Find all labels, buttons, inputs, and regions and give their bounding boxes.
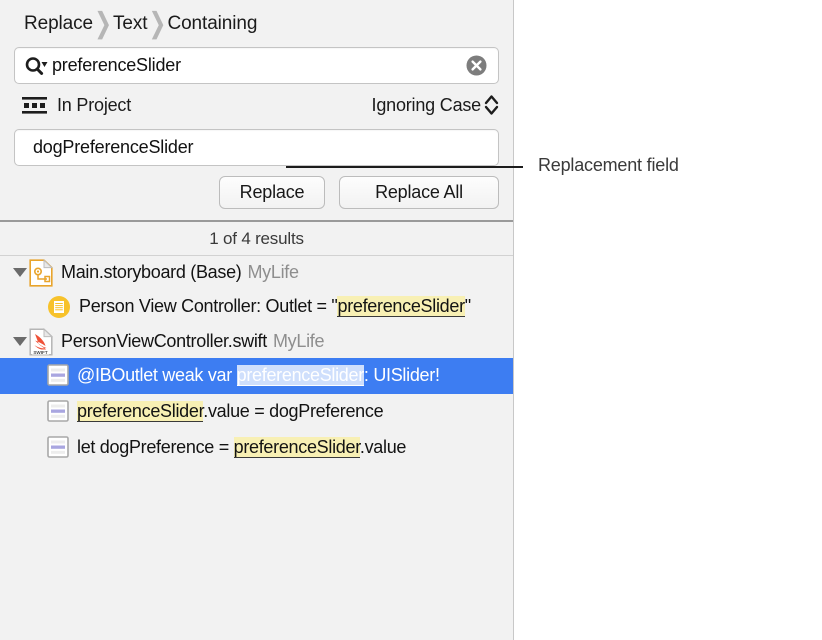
search-field[interactable]: preferenceSlider (14, 47, 499, 84)
breadcrumb-item-containing[interactable]: Containing (167, 13, 257, 35)
code-line-icon (47, 364, 69, 386)
search-field-row: preferenceSlider (0, 47, 513, 84)
match-term-highlight: preferenceSlider (77, 401, 204, 422)
up-down-chevron-icon[interactable] (484, 94, 499, 116)
result-match-text: @IBOutlet weak var preferenceSlider: UIS… (77, 362, 440, 389)
breadcrumb-item-replace[interactable]: Replace (24, 13, 93, 35)
disclosure-triangle-icon[interactable] (11, 268, 29, 277)
action-buttons-row: Replace Replace All (0, 166, 513, 209)
result-group-filename: PersonViewController.swift (61, 331, 267, 351)
find-navigator-panel: Replace ❯ Text ❯ Containing preferenceSl… (0, 0, 514, 640)
case-option-label[interactable]: Ignoring Case (372, 95, 482, 116)
result-match-row[interactable]: preferenceSlider.value = dogPreference (0, 394, 513, 430)
match-term-highlight: preferenceSlider (337, 296, 465, 317)
results-list: Main.storyboard (Base) MyLife Person View … (0, 256, 513, 466)
result-match-text: preferenceSlider.value = dogPreference (77, 398, 384, 425)
disclosure-triangle-icon[interactable] (11, 337, 29, 346)
search-input-value[interactable]: preferenceSlider (52, 55, 466, 76)
result-group-filename: Main.storyboard (Base) (61, 262, 242, 282)
match-term-highlight: preferenceSlider (236, 365, 364, 386)
storyboard-file-icon (29, 258, 53, 287)
match-text-segment: Person View Controller: Outlet = " (79, 296, 338, 316)
result-match-row[interactable]: @IBOutlet weak var preferenceSlider: UIS… (0, 358, 513, 394)
clear-search-icon[interactable] (466, 55, 487, 76)
code-line-icon (47, 436, 69, 458)
replacement-field[interactable]: dogPreferenceSlider (14, 129, 499, 166)
result-group-project: MyLife (272, 331, 325, 351)
match-text-segment: .value = dogPreference (203, 401, 384, 421)
match-text-segment: " (464, 296, 471, 316)
scope-label[interactable]: In Project (57, 95, 131, 116)
result-match-text: let dogPreference = preferenceSlider.val… (77, 434, 406, 461)
result-group-project: MyLife (247, 262, 299, 282)
breadcrumb-separator-icon: ❯ (94, 7, 112, 40)
project-scope-icon[interactable] (22, 96, 47, 115)
result-match-row[interactable]: let dogPreference = preferenceSlider.val… (0, 430, 513, 466)
result-match-text: Person View Controller: Outlet = "prefer… (79, 293, 471, 320)
breadcrumb-item-text[interactable]: Text (113, 13, 148, 35)
breadcrumb: Replace ❯ Text ❯ Containing (0, 0, 513, 47)
result-group-row[interactable]: Main.storyboard (Base) MyLife (0, 256, 513, 289)
results-count-label: 1 of 4 results (0, 222, 513, 256)
search-icon[interactable] (24, 56, 50, 76)
outlet-match-icon (47, 295, 71, 319)
callout-leader-line (286, 166, 523, 168)
replace-button[interactable]: Replace (219, 176, 325, 209)
result-match-row[interactable]: Person View Controller: Outlet = "prefer… (0, 289, 513, 325)
replacement-input-value[interactable]: dogPreferenceSlider (33, 137, 194, 158)
scope-row: In Project Ignoring Case (0, 84, 513, 126)
replacement-field-row: dogPreferenceSlider (0, 126, 513, 166)
replace-all-button[interactable]: Replace All (339, 176, 499, 209)
swift-file-icon: SWIFT (29, 327, 53, 356)
svg-text:SWIFT: SWIFT (33, 349, 47, 354)
match-text-segment: .value (359, 437, 407, 457)
match-text-segment: : UISlider! (363, 365, 440, 385)
result-group-row[interactable]: SWIFT PersonViewController.swift MyLife (0, 325, 513, 358)
match-term-highlight: preferenceSlider (233, 437, 360, 458)
code-line-icon (47, 400, 69, 422)
match-text-segment: let dogPreference = (77, 437, 234, 457)
breadcrumb-separator-icon: ❯ (148, 7, 167, 40)
callout-label: Replacement field (538, 155, 679, 175)
match-text-segment: @IBOutlet weak var (77, 365, 237, 385)
